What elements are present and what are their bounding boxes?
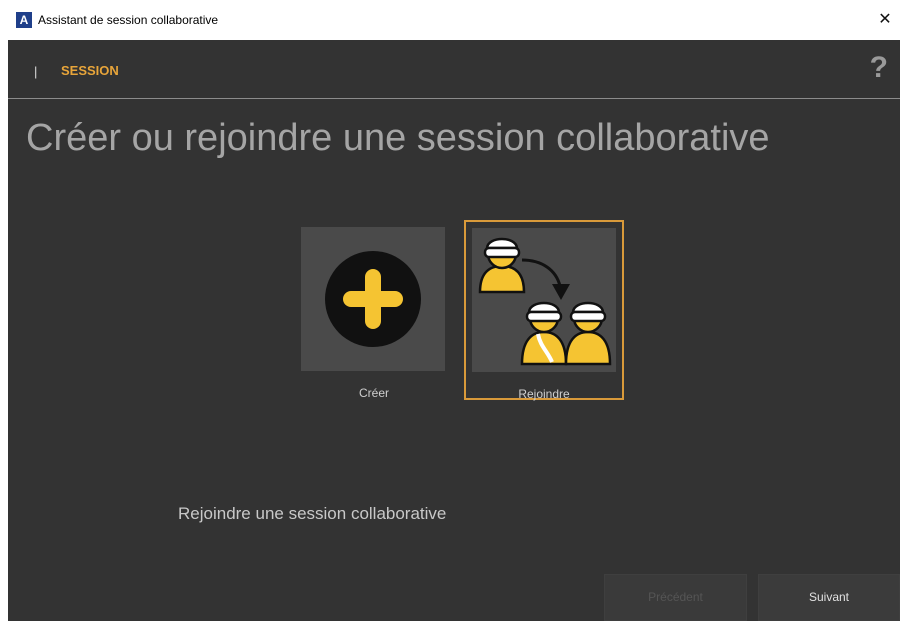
previous-button[interactable]: Précédent <box>604 574 747 621</box>
plus-icon <box>325 251 421 347</box>
join-tile-image <box>472 228 616 372</box>
page-title: Créer ou rejoindre une session collabora… <box>26 117 770 159</box>
close-icon[interactable]: ✕ <box>874 9 896 31</box>
create-option-label: Créer <box>358 386 389 400</box>
window-title: Assistant de session collaborative <box>38 13 219 27</box>
header-divider <box>8 98 900 99</box>
help-icon[interactable]: ? <box>870 50 888 86</box>
app-logo-icon: A <box>16 12 32 28</box>
breadcrumb-separator: | <box>34 64 38 79</box>
breadcrumb: SESSION <box>61 63 119 78</box>
title-bar: A Assistant de session collaborative ✕ <box>0 0 900 40</box>
create-session-option[interactable]: Créer <box>294 220 454 400</box>
next-button[interactable]: Suivant <box>758 574 900 621</box>
join-session-option[interactable]: Rejoindre <box>464 220 624 401</box>
selection-description: Rejoindre une session collaborative <box>178 504 447 523</box>
join-option-label: Rejoindre <box>518 387 570 401</box>
wizard-panel: | SESSION ? Créer ou rejoindre une sessi… <box>8 40 900 621</box>
join-session-icon <box>478 237 612 366</box>
create-tile-image <box>301 227 445 371</box>
